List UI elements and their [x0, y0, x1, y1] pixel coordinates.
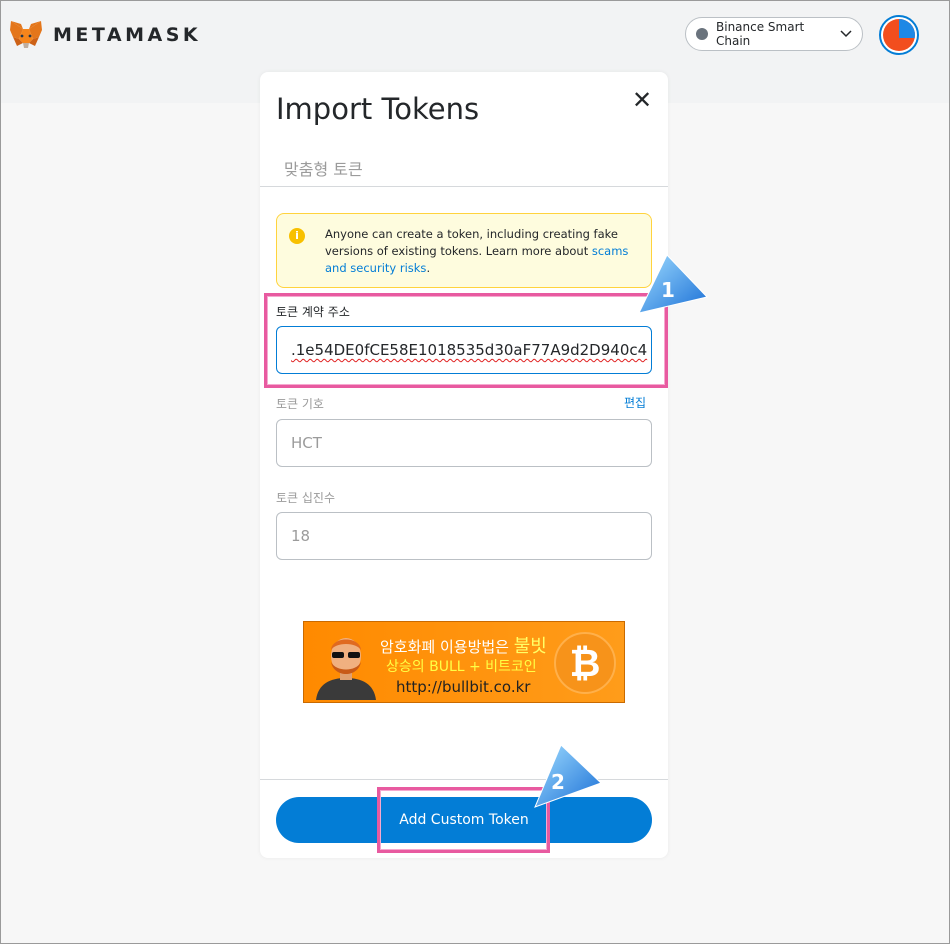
info-icon: i	[289, 228, 305, 244]
warning-banner: i Anyone can create a token, including c…	[276, 213, 652, 288]
token-symbol-label: 토큰 기호	[276, 397, 324, 411]
token-symbol-input[interactable]: HCT	[276, 419, 652, 467]
network-name: Binance Smart Chain	[716, 20, 805, 48]
symbol-edit-link[interactable]: 편집	[624, 394, 646, 411]
import-tokens-card: Import Tokens ✕ 맞춤형 토큰 i Anyone can crea…	[260, 72, 668, 858]
banner-line-1: 암호화폐 이용방법은 불빗	[380, 632, 547, 658]
token-decimals-label: 토큰 십진수	[276, 491, 336, 505]
token-decimals-input[interactable]: 18	[276, 512, 652, 560]
brand-name: METAMASK	[53, 24, 202, 46]
identicon	[883, 19, 915, 51]
bitcoin-icon: ₿	[554, 632, 616, 694]
network-selector[interactable]: Binance Smart Chain	[685, 17, 863, 51]
add-custom-token-button[interactable]: Add Custom Token	[276, 797, 652, 843]
account-avatar[interactable]	[879, 15, 919, 55]
banner-line-1-text: 암호화폐 이용방법은	[380, 638, 514, 656]
token-symbol-value: HCT	[291, 434, 322, 452]
contract-address-input[interactable]: .1e54DE0fCE58E1018535d30aF77A9d2D940c4	[276, 326, 652, 374]
banner-line-2: 상승의 BULL + 비트코인	[386, 659, 537, 675]
fox-icon	[10, 21, 42, 48]
bullbit-ad-banner[interactable]: 암호화폐 이용방법은 불빗 상승의 BULL + 비트코인 http://bul…	[303, 621, 625, 703]
warning-text: Anyone can create a token, including cre…	[325, 227, 618, 258]
footer-divider	[260, 779, 668, 780]
network-icon	[696, 28, 708, 40]
contract-address-value: .1e54DE0fCE58E1018535d30aF77A9d2D940c4	[291, 341, 648, 359]
chevron-down-icon	[840, 30, 852, 38]
token-decimals-value: 18	[291, 527, 311, 545]
person-icon	[316, 638, 376, 700]
warning-suffix: .	[426, 261, 431, 275]
tab-divider	[260, 186, 668, 187]
banner-brand-text: 불빗	[513, 636, 547, 657]
contract-address-label: 토큰 계약 주소	[276, 305, 350, 319]
metamask-logo[interactable]: METAMASK	[9, 19, 201, 51]
close-icon[interactable]: ✕	[630, 88, 654, 112]
page-title: Import Tokens	[276, 92, 480, 126]
banner-url: http://bullbit.co.kr	[396, 678, 531, 696]
tab-custom-token[interactable]: 맞춤형 토큰	[284, 156, 363, 180]
